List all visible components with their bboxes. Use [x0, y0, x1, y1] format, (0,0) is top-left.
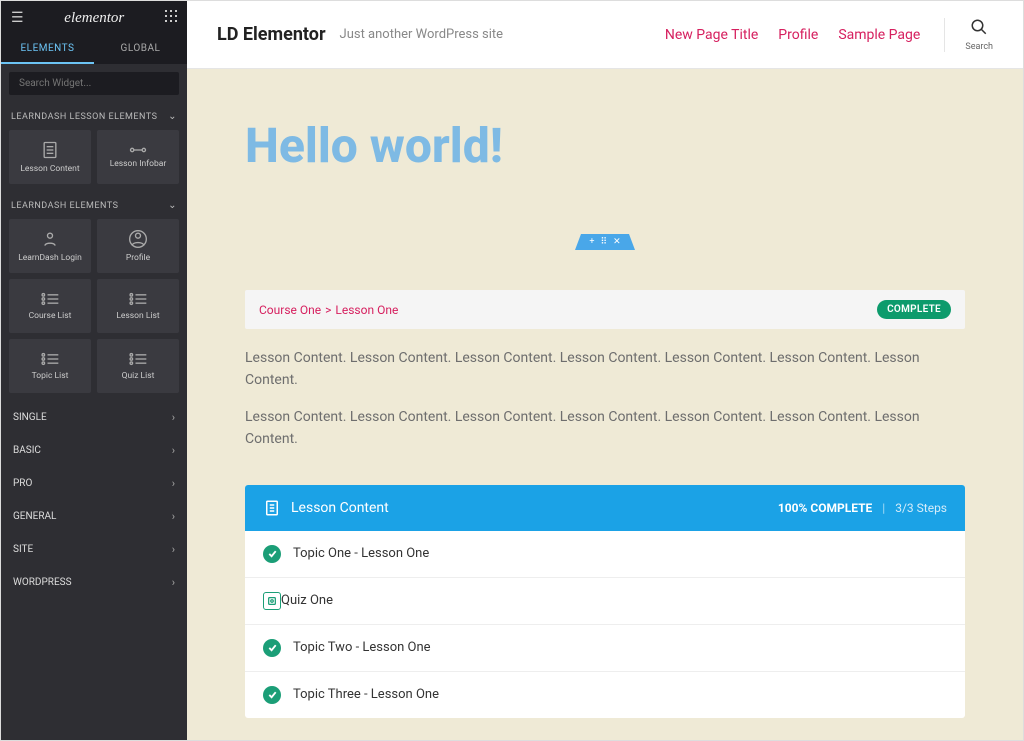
sidebar-brand: elementor [64, 10, 124, 27]
site-tagline: Just another WordPress site [340, 27, 504, 42]
apps-icon[interactable] [165, 10, 177, 26]
category-wordpress[interactable]: WORDPRESS› [1, 566, 187, 599]
steps-label: 3/3 Steps [895, 501, 947, 515]
check-icon [263, 686, 281, 704]
quiz-icon [263, 592, 281, 610]
search-icon [970, 18, 988, 36]
search-input[interactable] [9, 72, 179, 95]
page-title: Hello world! [245, 117, 965, 174]
primary-nav: New Page Title Profile Sample Page [665, 27, 920, 43]
nav-link-new-page[interactable]: New Page Title [665, 27, 758, 43]
sidebar-topbar: ☰ elementor [1, 1, 187, 35]
widget-lesson-list[interactable]: Lesson List [97, 279, 179, 333]
chevron-right-icon: › [172, 477, 175, 490]
lesson-paragraph: Lesson Content. Lesson Content. Lesson C… [245, 347, 965, 392]
widget-label: Lesson List [116, 311, 159, 321]
meta-divider: | [882, 501, 885, 515]
lesson-item-label: Topic Two - Lesson One [293, 640, 431, 655]
tab-elements[interactable]: ELEMENTS [1, 35, 94, 64]
lesson-item-quiz-one[interactable]: Quiz One [245, 578, 965, 625]
chevron-down-icon: ⌄ [168, 200, 177, 211]
check-icon [263, 545, 281, 563]
lesson-item-topic-two[interactable]: Topic Two - Lesson One [245, 625, 965, 672]
nav-link-sample-page[interactable]: Sample Page [838, 27, 920, 43]
document-icon [263, 499, 281, 517]
search-label: Search [965, 42, 993, 52]
widget-label: LearnDash Login [18, 253, 82, 263]
sidebar-tabs: ELEMENTS GLOBAL [1, 35, 187, 64]
widget-lesson-content[interactable]: Lesson Content [9, 130, 91, 184]
chevron-right-icon: › [172, 411, 175, 424]
chevron-right-icon: › [172, 576, 175, 589]
close-section-icon[interactable]: ✕ [613, 237, 621, 247]
category-basic[interactable]: BASIC› [1, 434, 187, 467]
section-title: LEARNDASH ELEMENTS [11, 201, 118, 211]
breadcrumb: Course One > Lesson One COMPLETE [245, 290, 965, 329]
lesson-item-label: Topic One - Lesson One [293, 546, 429, 561]
search-button[interactable]: Search [944, 18, 993, 52]
menu-icon[interactable]: ☰ [11, 10, 24, 26]
chevron-right-icon: › [172, 510, 175, 523]
lesson-item-topic-one[interactable]: Topic One - Lesson One [245, 531, 965, 578]
widget-topic-list[interactable]: Topic List [9, 339, 91, 393]
widget-label: Lesson Infobar [110, 159, 167, 169]
lesson-item-topic-three[interactable]: Topic Three - Lesson One [245, 672, 965, 718]
nav-link-profile[interactable]: Profile [778, 27, 818, 43]
preview-canvas: LD Elementor Just another WordPress site… [187, 1, 1023, 740]
lesson-content-header: Lesson Content 100% COMPLETE | 3/3 Steps [245, 485, 965, 531]
section-header-learndash-elements[interactable]: LEARNDASH ELEMENTS ⌄ [1, 192, 187, 219]
widget-course-list[interactable]: Course List [9, 279, 91, 333]
widget-label: Lesson Content [20, 164, 79, 174]
widget-label: Course List [29, 311, 72, 321]
widget-label: Quiz List [122, 371, 155, 381]
chevron-right-icon: › [172, 543, 175, 556]
sidebar-search [1, 64, 187, 103]
site-title: LD Elementor [217, 24, 326, 45]
breadcrumb-course-link[interactable]: Course One [259, 303, 321, 317]
progress-percent: 100% COMPLETE [778, 501, 872, 515]
lesson-paragraph: Lesson Content. Lesson Content. Lesson C… [245, 406, 965, 451]
category-single[interactable]: SINGLE› [1, 401, 187, 434]
widget-label: Profile [126, 253, 150, 263]
elementor-section-handle[interactable]: + ⠿ ✕ [575, 234, 635, 250]
category-list: SINGLE› BASIC› PRO› GENERAL› SITE› WORDP… [1, 401, 187, 599]
lesson-content-title: Lesson Content [291, 500, 389, 516]
breadcrumb-separator: > [325, 303, 331, 317]
status-badge: COMPLETE [877, 300, 951, 319]
elementor-sidebar: ☰ elementor ELEMENTS GLOBAL LEARNDASH LE… [1, 1, 187, 740]
widget-quiz-list[interactable]: Quiz List [97, 339, 179, 393]
chevron-right-icon: › [172, 444, 175, 457]
lesson-content-card: Lesson Content 100% COMPLETE | 3/3 Steps… [245, 485, 965, 718]
section-title: LEARNDASH LESSON ELEMENTS [11, 112, 157, 122]
widget-learndash-login[interactable]: LearnDash Login [9, 219, 91, 273]
widget-label: Topic List [32, 371, 69, 381]
check-icon [263, 639, 281, 657]
category-pro[interactable]: PRO› [1, 467, 187, 500]
site-header: LD Elementor Just another WordPress site… [187, 1, 1023, 69]
category-general[interactable]: GENERAL› [1, 500, 187, 533]
breadcrumb-lesson-link[interactable]: Lesson One [335, 303, 398, 317]
section-header-lesson-elements[interactable]: LEARNDASH LESSON ELEMENTS ⌄ [1, 103, 187, 130]
lesson-item-label: Topic Three - Lesson One [293, 687, 439, 702]
widget-profile[interactable]: Profile [97, 219, 179, 273]
edit-section-icon[interactable]: ⠿ [600, 237, 607, 247]
add-section-icon[interactable]: + [589, 237, 594, 247]
tab-global[interactable]: GLOBAL [94, 35, 187, 64]
category-site[interactable]: SITE› [1, 533, 187, 566]
chevron-down-icon: ⌄ [168, 111, 177, 122]
widget-lesson-infobar[interactable]: Lesson Infobar [97, 130, 179, 184]
lesson-item-label: Quiz One [281, 593, 333, 608]
page-body: Hello world! + ⠿ ✕ Course One > Lesson O… [187, 69, 1023, 740]
